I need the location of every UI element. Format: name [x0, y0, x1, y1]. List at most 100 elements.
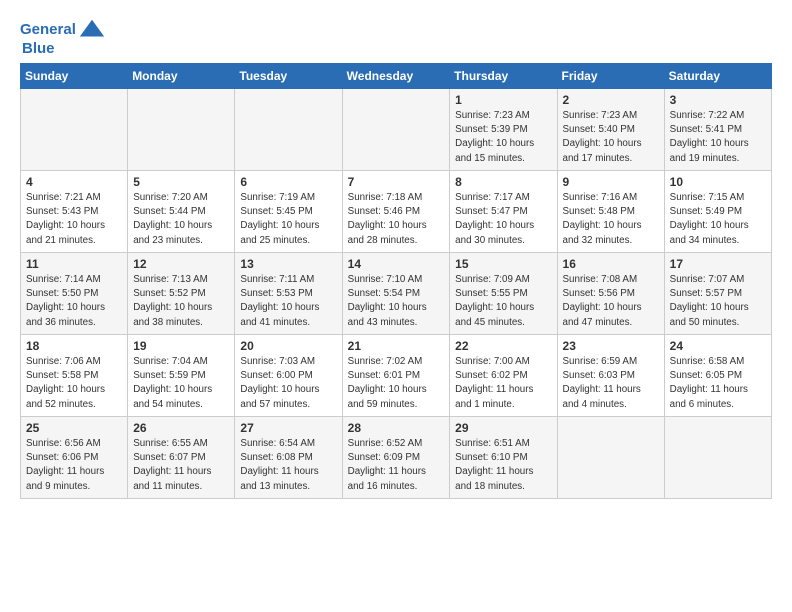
day-number: 23 — [563, 339, 659, 353]
day-number: 29 — [455, 421, 551, 435]
calendar-cell: 23 Sunrise: 6:59 AM Sunset: 6:03 PM Dayli… — [557, 335, 664, 417]
day-number: 11 — [26, 257, 122, 271]
col-header-saturday: Saturday — [664, 64, 771, 89]
header: General Blue — [20, 16, 772, 57]
calendar-cell: 8 Sunrise: 7:17 AM Sunset: 5:47 PM Daylig… — [450, 171, 557, 253]
col-header-sunday: Sunday — [21, 64, 128, 89]
day-number: 1 — [455, 93, 551, 107]
col-header-friday: Friday — [557, 64, 664, 89]
calendar-cell — [557, 417, 664, 499]
day-info: Sunrise: 7:11 AM Sunset: 5:53 PM Dayligh… — [240, 273, 336, 330]
calendar-cell: 16 Sunrise: 7:08 AM Sunset: 5:56 PM Dayli… — [557, 253, 664, 335]
calendar-cell: 2 Sunrise: 7:23 AM Sunset: 5:40 PM Daylig… — [557, 89, 664, 171]
day-info: Sunrise: 6:58 AM Sunset: 6:05 PM Dayligh… — [670, 355, 766, 412]
calendar-cell: 4 Sunrise: 7:21 AM Sunset: 5:43 PM Daylig… — [21, 171, 128, 253]
page-container: General Blue SundayMondayTuesdayWednesda… — [0, 0, 792, 509]
day-info: Sunrise: 7:19 AM Sunset: 5:45 PM Dayligh… — [240, 191, 336, 248]
day-number: 19 — [133, 339, 229, 353]
day-number: 8 — [455, 175, 551, 189]
day-number: 22 — [455, 339, 551, 353]
logo: General Blue — [20, 16, 106, 57]
day-info: Sunrise: 7:21 AM Sunset: 5:43 PM Dayligh… — [26, 191, 122, 248]
day-info: Sunrise: 6:59 AM Sunset: 6:03 PM Dayligh… — [563, 355, 659, 412]
day-info: Sunrise: 7:13 AM Sunset: 5:52 PM Dayligh… — [133, 273, 229, 330]
calendar-cell: 12 Sunrise: 7:13 AM Sunset: 5:52 PM Dayli… — [128, 253, 235, 335]
day-info: Sunrise: 6:55 AM Sunset: 6:07 PM Dayligh… — [133, 437, 229, 494]
calendar-cell: 13 Sunrise: 7:11 AM Sunset: 5:53 PM Dayli… — [235, 253, 342, 335]
calendar-cell: 5Sunrise: 7:20 AM Sunset: 5:44 PM Daylig… — [128, 171, 235, 253]
day-info: Sunrise: 7:06 AM Sunset: 5:58 PM Dayligh… — [26, 355, 122, 412]
calendar-cell: 14Sunrise: 7:10 AM Sunset: 5:54 PM Dayli… — [342, 253, 450, 335]
col-header-wednesday: Wednesday — [342, 64, 450, 89]
calendar-cell: 28 Sunrise: 6:52 AM Sunset: 6:09 PM Dayli… — [342, 417, 450, 499]
day-number: 27 — [240, 421, 336, 435]
day-number: 6 — [240, 175, 336, 189]
calendar-cell: 18Sunrise: 7:06 AM Sunset: 5:58 PM Dayli… — [21, 335, 128, 417]
calendar-cell: 27 Sunrise: 6:54 AM Sunset: 6:08 PM Dayli… — [235, 417, 342, 499]
calendar-cell — [128, 89, 235, 171]
day-number: 15 — [455, 257, 551, 271]
day-number: 3 — [670, 93, 766, 107]
day-number: 26 — [133, 421, 229, 435]
calendar-cell: 11 Sunrise: 7:14 AM Sunset: 5:50 PM Dayli… — [21, 253, 128, 335]
calendar-week-1: 1 Sunrise: 7:23 AM Sunset: 5:39 PM Daylig… — [21, 89, 772, 171]
day-info: Sunrise: 7:08 AM Sunset: 5:56 PM Dayligh… — [563, 273, 659, 330]
calendar-week-3: 11 Sunrise: 7:14 AM Sunset: 5:50 PM Dayli… — [21, 253, 772, 335]
day-number: 10 — [670, 175, 766, 189]
day-number: 24 — [670, 339, 766, 353]
col-header-tuesday: Tuesday — [235, 64, 342, 89]
day-number: 5 — [133, 175, 229, 189]
calendar-week-4: 18Sunrise: 7:06 AM Sunset: 5:58 PM Dayli… — [21, 335, 772, 417]
calendar-cell — [342, 89, 450, 171]
day-number: 21 — [348, 339, 445, 353]
day-info: Sunrise: 7:16 AM Sunset: 5:48 PM Dayligh… — [563, 191, 659, 248]
calendar-cell — [235, 89, 342, 171]
calendar-cell — [21, 89, 128, 171]
calendar-cell: 29Sunrise: 6:51 AM Sunset: 6:10 PM Dayli… — [450, 417, 557, 499]
day-info: Sunrise: 7:23 AM Sunset: 5:40 PM Dayligh… — [563, 109, 659, 166]
day-number: 12 — [133, 257, 229, 271]
calendar-cell — [664, 417, 771, 499]
day-number: 13 — [240, 257, 336, 271]
day-info: Sunrise: 6:52 AM Sunset: 6:09 PM Dayligh… — [348, 437, 445, 494]
day-info: Sunrise: 7:23 AM Sunset: 5:39 PM Dayligh… — [455, 109, 551, 166]
day-number: 17 — [670, 257, 766, 271]
calendar-header-row: SundayMondayTuesdayWednesdayThursdayFrid… — [21, 64, 772, 89]
calendar-cell: 6 Sunrise: 7:19 AM Sunset: 5:45 PM Daylig… — [235, 171, 342, 253]
day-info: Sunrise: 7:02 AM Sunset: 6:01 PM Dayligh… — [348, 355, 445, 412]
day-info: Sunrise: 7:07 AM Sunset: 5:57 PM Dayligh… — [670, 273, 766, 330]
day-info: Sunrise: 7:22 AM Sunset: 5:41 PM Dayligh… — [670, 109, 766, 166]
day-info: Sunrise: 7:04 AM Sunset: 5:59 PM Dayligh… — [133, 355, 229, 412]
day-info: Sunrise: 7:15 AM Sunset: 5:49 PM Dayligh… — [670, 191, 766, 248]
col-header-thursday: Thursday — [450, 64, 557, 89]
day-number: 16 — [563, 257, 659, 271]
calendar-week-5: 25Sunrise: 6:56 AM Sunset: 6:06 PM Dayli… — [21, 417, 772, 499]
calendar-cell: 15 Sunrise: 7:09 AM Sunset: 5:55 PM Dayli… — [450, 253, 557, 335]
day-info: Sunrise: 7:10 AM Sunset: 5:54 PM Dayligh… — [348, 273, 445, 330]
day-info: Sunrise: 7:17 AM Sunset: 5:47 PM Dayligh… — [455, 191, 551, 248]
calendar-cell: 25Sunrise: 6:56 AM Sunset: 6:06 PM Dayli… — [21, 417, 128, 499]
day-number: 4 — [26, 175, 122, 189]
calendar-cell: 22 Sunrise: 7:00 AM Sunset: 6:02 PM Dayli… — [450, 335, 557, 417]
calendar-cell: 17 Sunrise: 7:07 AM Sunset: 5:57 PM Dayli… — [664, 253, 771, 335]
day-info: Sunrise: 6:56 AM Sunset: 6:06 PM Dayligh… — [26, 437, 122, 494]
calendar-cell: 21 Sunrise: 7:02 AM Sunset: 6:01 PM Dayli… — [342, 335, 450, 417]
calendar-cell: 10 Sunrise: 7:15 AM Sunset: 5:49 PM Dayli… — [664, 171, 771, 253]
day-info: Sunrise: 6:54 AM Sunset: 6:08 PM Dayligh… — [240, 437, 336, 494]
calendar-cell: 20Sunrise: 7:03 AM Sunset: 6:00 PM Dayli… — [235, 335, 342, 417]
col-header-monday: Monday — [128, 64, 235, 89]
day-number: 9 — [563, 175, 659, 189]
day-info: Sunrise: 7:14 AM Sunset: 5:50 PM Dayligh… — [26, 273, 122, 330]
day-number: 7 — [348, 175, 445, 189]
day-number: 28 — [348, 421, 445, 435]
day-info: Sunrise: 7:00 AM Sunset: 6:02 PM Dayligh… — [455, 355, 551, 412]
day-info: Sunrise: 7:09 AM Sunset: 5:55 PM Dayligh… — [455, 273, 551, 330]
calendar-cell: 7 Sunrise: 7:18 AM Sunset: 5:46 PM Daylig… — [342, 171, 450, 253]
calendar-cell: 9 Sunrise: 7:16 AM Sunset: 5:48 PM Daylig… — [557, 171, 664, 253]
day-info: Sunrise: 7:03 AM Sunset: 6:00 PM Dayligh… — [240, 355, 336, 412]
day-info: Sunrise: 7:18 AM Sunset: 5:46 PM Dayligh… — [348, 191, 445, 248]
day-number: 2 — [563, 93, 659, 107]
calendar-cell: 19 Sunrise: 7:04 AM Sunset: 5:59 PM Dayli… — [128, 335, 235, 417]
calendar-cell: 3 Sunrise: 7:22 AM Sunset: 5:41 PM Daylig… — [664, 89, 771, 171]
calendar-week-2: 4 Sunrise: 7:21 AM Sunset: 5:43 PM Daylig… — [21, 171, 772, 253]
